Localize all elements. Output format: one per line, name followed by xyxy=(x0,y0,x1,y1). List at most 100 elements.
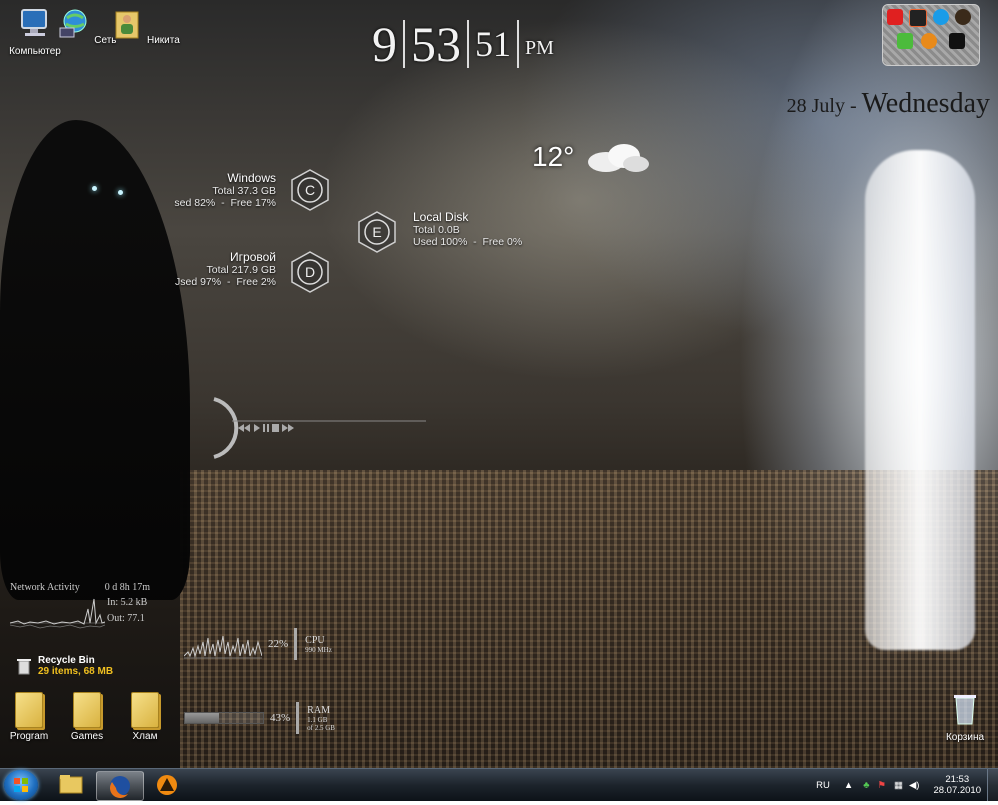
tray-app-icon[interactable]: ♣ xyxy=(863,780,869,791)
wallpaper-longcat xyxy=(865,150,975,650)
ram-percent: 43% xyxy=(270,712,291,724)
tray-network-icon[interactable]: ▦ xyxy=(894,780,903,791)
disk-free: Free 17% xyxy=(230,197,276,209)
network-out: Out: 77.1 xyxy=(107,613,145,624)
ram-meter-widget: 43% RAM 1.1 GB of 2.5 GB xyxy=(184,702,335,734)
cpu-detail: 990 MHz xyxy=(305,645,332,654)
folder-label: Games xyxy=(70,731,104,742)
start-button[interactable] xyxy=(4,770,38,800)
show-desktop-button[interactable] xyxy=(987,769,998,801)
disk-used: sed 82% xyxy=(174,197,216,209)
recycle-bin-status: 29 items, 68 MB xyxy=(38,666,114,677)
network-globe-icon xyxy=(59,9,87,38)
disk-used: Jsed 97% xyxy=(175,276,222,288)
wallpaper-dark-cat-tree xyxy=(0,120,190,600)
desktop-icon-label: Компьютер xyxy=(9,46,61,57)
film-icon[interactable] xyxy=(909,9,927,27)
launcher-dock xyxy=(882,4,980,66)
play-icon xyxy=(254,424,260,432)
tray-clock[interactable]: 21:53 28.07.2010 xyxy=(933,774,981,796)
disk-usage-line: Jsed 97% - Free 2% xyxy=(175,276,276,288)
taskbar-explorer-button[interactable] xyxy=(48,771,94,799)
clock-second: 51 xyxy=(475,24,511,64)
media-controls[interactable] xyxy=(238,424,294,432)
show-hidden-icons-icon[interactable]: ▲ xyxy=(844,780,853,791)
clock-widget: 9 53 51 PM xyxy=(372,10,554,78)
tray-flag-icon[interactable]: ⚑ xyxy=(877,780,886,791)
disk-total: Total 217.9 GB xyxy=(206,264,276,276)
previous-icon xyxy=(238,424,244,432)
taskbar: RU ▲ ♣ ⚑ ▦ ◀) 21:53 28.07.2010 xyxy=(0,768,998,801)
dark-cat-eye xyxy=(118,190,123,195)
recycle-bin-icon xyxy=(954,695,976,725)
network-graph xyxy=(10,598,105,629)
disk-letter: D xyxy=(305,264,315,280)
clock-divider xyxy=(517,20,519,68)
pause-icon xyxy=(263,424,265,432)
clock-ampm: PM xyxy=(525,37,554,59)
app-red-icon[interactable] xyxy=(887,9,903,25)
windows-logo-icon xyxy=(14,778,28,792)
dark-cat-eye xyxy=(92,186,97,191)
next-icon xyxy=(282,424,288,432)
disk-e-hex-icon[interactable]: E xyxy=(355,210,399,254)
firefox-icon xyxy=(110,776,130,798)
shortcut-icon[interactable] xyxy=(949,33,965,49)
date-widget: 28 July - Wednesday xyxy=(787,88,990,120)
trash-icon xyxy=(17,659,31,675)
disk-name: Windows xyxy=(227,171,276,185)
cloud-icon xyxy=(588,144,650,172)
taskbar-firefox-button[interactable] xyxy=(96,771,144,801)
desktop-icon-label: Никита xyxy=(146,35,180,46)
desktop-folder-junk[interactable]: Хлам xyxy=(110,692,180,742)
network-title: Network Activity xyxy=(10,582,80,593)
disk-letter: E xyxy=(372,224,381,240)
explorer-icon xyxy=(59,775,83,794)
computer-icon xyxy=(21,9,47,36)
ram-label: RAM xyxy=(307,704,330,716)
network-in: In: 5.2 kB xyxy=(107,597,148,608)
language-indicator[interactable]: RU xyxy=(816,780,830,791)
folder-icon xyxy=(131,692,159,728)
desktop-icon-user[interactable]: Никита xyxy=(110,6,180,46)
disk-total: Total 37.3 GB xyxy=(212,185,276,197)
recycle-bin-title: Recycle Bin xyxy=(38,655,95,666)
skype-icon[interactable] xyxy=(933,9,949,25)
disk-free: Free 0% xyxy=(482,236,523,248)
disk-usage-line: Used 100% - Free 0% xyxy=(413,236,523,248)
taskbar-aimp-button[interactable] xyxy=(144,771,190,799)
disk-name: Local Disk xyxy=(413,210,469,224)
date-weekday: Wednesday xyxy=(861,88,990,119)
folder-label: Хлам xyxy=(132,731,158,742)
ram-detail-used: 1.1 GB xyxy=(307,715,328,724)
clock-divider xyxy=(467,20,469,68)
disk-info-d: Игровой Total 217.9 GB Jsed 97% - Free 2… xyxy=(168,250,276,288)
cpu-percent: 22% xyxy=(268,638,289,650)
desktop-icon-trash[interactable]: Корзина xyxy=(930,692,998,743)
date-separator: - xyxy=(844,95,862,117)
user-folder-icon xyxy=(115,11,139,39)
disk-free: Free 2% xyxy=(236,276,276,288)
ram-bar xyxy=(184,712,264,724)
disk-d-hex-icon[interactable]: D xyxy=(288,250,332,294)
network-uptime: 0 d 8h 17m xyxy=(104,582,150,593)
cpu-meter-widget: 22% CPU 990 MHz xyxy=(184,628,332,660)
stop-icon xyxy=(272,424,279,432)
folder-icon xyxy=(15,692,43,728)
disk-used: Used 100% xyxy=(413,236,468,248)
ram-bar-fill xyxy=(185,713,219,723)
recycle-bin-widget[interactable]: Recycle Bin 29 items, 68 MB xyxy=(16,655,113,677)
disk-c-hex-icon[interactable]: C xyxy=(288,168,332,212)
cpu-graph xyxy=(184,635,262,659)
download-icon[interactable] xyxy=(897,33,913,49)
system-tray: RU ▲ ♣ ⚑ ▦ ◀) 21:53 28.07.2010 xyxy=(816,769,998,801)
media-player-widget xyxy=(192,395,432,470)
date-day-month: 28 July xyxy=(786,95,845,117)
weather-temperature: 12° xyxy=(532,141,575,172)
mail-at-icon[interactable] xyxy=(921,33,937,49)
archive-icon[interactable] xyxy=(955,9,971,25)
disk-total: Total 0.0B xyxy=(413,224,460,236)
volume-icon[interactable]: ◀) xyxy=(909,780,919,791)
tray-time: 21:53 xyxy=(945,774,970,785)
weather-widget: 12° xyxy=(532,140,650,174)
